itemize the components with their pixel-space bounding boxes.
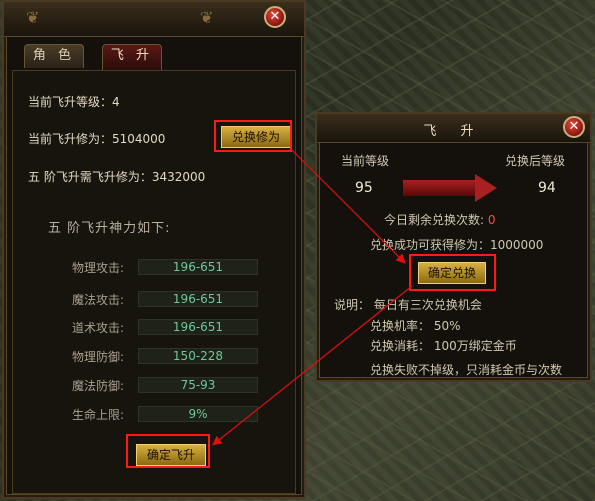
stat-value: 196-651 [138, 319, 258, 335]
note-line: 兑换机率： 50% [370, 319, 461, 333]
note-line: 兑换消耗： 100万绑定金币 [370, 339, 517, 353]
arrow-right-icon [403, 180, 475, 196]
after-level-label: 兑换后等级 [505, 154, 566, 168]
note-line: 兑换失败不掉级，只消耗金币与次数 [370, 363, 563, 377]
ascension-panel: ❦ ❦ ✕ 角 色 飞 升 当前飞升等级：4 当前飞升修为：5104000 兑换… [2, 0, 306, 499]
current-cultivation-text: 当前飞升修为：5104000 [28, 132, 166, 146]
stat-label: 魔法攻击: [72, 293, 125, 307]
stat-label: 魔法防御: [72, 379, 125, 393]
remaining-count: 0 [487, 213, 496, 227]
next-requirement-text: 五 阶飞升需飞升修为：3432000 [28, 170, 206, 184]
stat-row: 生命上限: 9% [72, 406, 262, 422]
remaining-exchanges: 今日剩余兑换次数: 0 [384, 211, 496, 228]
stat-value: 75-93 [138, 377, 258, 393]
after-level-value: 94 [538, 180, 556, 196]
dialog-title-bar: 飞 升 ✕ [317, 114, 590, 143]
current-level-value: 95 [355, 180, 373, 196]
stat-value: 196-651 [138, 259, 258, 275]
highlight-frame [214, 120, 292, 152]
current-level-text: 当前飞升等级：4 [28, 95, 120, 109]
ornament-icon: ❦ [200, 8, 214, 27]
current-level-label: 当前等级 [341, 154, 390, 168]
note-line: 说明： 每日有三次兑换机会 [334, 298, 482, 312]
stat-label: 物理攻击: [72, 261, 125, 275]
highlight-frame [409, 254, 496, 291]
close-icon[interactable]: ✕ [264, 6, 286, 28]
panel-title-bar: ❦ ❦ ✕ [4, 2, 304, 37]
stat-row: 物理攻击: 196-651 [72, 259, 262, 275]
stat-row: 魔法防御: 75-93 [72, 377, 262, 393]
stat-value: 150-228 [138, 348, 258, 364]
stat-label: 生命上限: [72, 408, 125, 422]
remaining-label: 今日剩余兑换次数: [384, 213, 485, 227]
arrow-right-icon [475, 174, 497, 202]
stat-label: 物理防御: [72, 350, 125, 364]
stat-value: 9% [138, 406, 258, 422]
tab-ascension[interactable]: 飞 升 [102, 44, 162, 70]
stat-row: 物理防御: 150-228 [72, 348, 262, 364]
stat-label: 道术攻击: [72, 321, 125, 335]
section-title: 五 阶飞升神力如下: [48, 221, 171, 236]
dialog-title: 飞 升 [423, 124, 484, 139]
tab-character[interactable]: 角 色 [24, 44, 84, 68]
gain-text: 兑换成功可获得修为：1000000 [370, 238, 544, 252]
close-icon[interactable]: ✕ [563, 116, 585, 138]
highlight-frame [126, 434, 210, 468]
stat-row: 道术攻击: 196-651 [72, 319, 262, 335]
stat-value: 196-651 [138, 291, 258, 307]
ornament-icon: ❦ [26, 8, 40, 27]
stat-row: 魔法攻击: 196-651 [72, 291, 262, 307]
